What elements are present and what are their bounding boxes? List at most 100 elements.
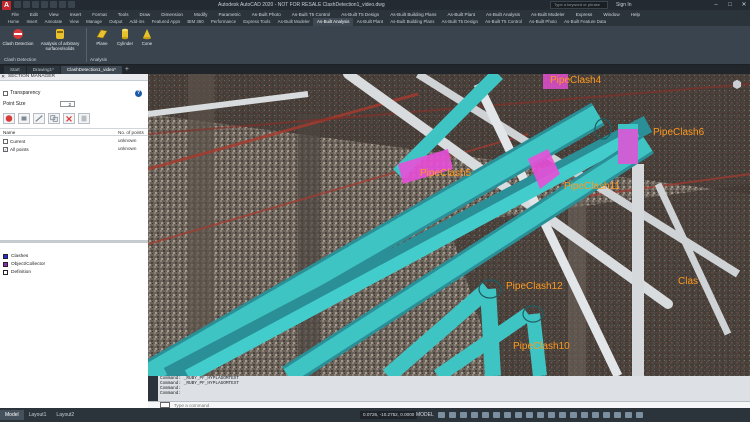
tab-home[interactable]: Home: [4, 18, 23, 26]
section-edit-icon[interactable]: [18, 113, 30, 124]
sign-in-button[interactable]: Sign In: [616, 2, 632, 8]
menu-as-built-building-plans[interactable]: As-Built Building Plans: [385, 12, 442, 17]
section-copy-icon[interactable]: [48, 113, 60, 124]
tab-as-built-feature-data[interactable]: As-Built Feature Data: [560, 18, 609, 26]
table-row[interactable]: Current unknown: [0, 137, 148, 144]
tab-as-built-building-plans[interactable]: As-Built Building Plans: [387, 18, 438, 26]
analysis-arbitrary-button[interactable]: Analysis of arbitrary surfaces/solids: [38, 28, 82, 51]
menu-draw[interactable]: Draw: [134, 12, 156, 17]
menu-tools[interactable]: Tools: [112, 12, 134, 17]
table-row[interactable]: ✓ All points unknown: [0, 145, 148, 152]
isolate-objects-icon[interactable]: [603, 412, 610, 418]
undo-icon[interactable]: [59, 1, 66, 8]
section-move-icon[interactable]: [33, 113, 45, 124]
menu-view[interactable]: View: [43, 12, 64, 17]
section-export-icon[interactable]: [78, 113, 90, 124]
coordinate-readout[interactable]: 0.0726, -10.2752, 0.0000: [360, 411, 418, 419]
tab-annotate[interactable]: Annotate: [41, 18, 66, 26]
section-create-icon[interactable]: [3, 113, 15, 124]
cylinder-button[interactable]: Cylinder: [114, 28, 136, 46]
polar-icon[interactable]: [471, 412, 478, 418]
tab-add-ins[interactable]: Add-ins: [126, 18, 148, 26]
close-button[interactable]: ✕: [740, 1, 748, 9]
tab-performance[interactable]: Performance: [207, 18, 239, 26]
menu-as-built-photo[interactable]: As-Built Photo: [246, 12, 286, 17]
tab-as-built-plant[interactable]: As-Built Plant: [353, 18, 387, 26]
tab-as-built-t5-control[interactable]: As-Built T5 Control: [482, 18, 526, 26]
clash-detection-button[interactable]: Clash Detection: [2, 28, 34, 46]
layout-tab-layout2[interactable]: Layout2: [51, 410, 79, 420]
autocad-logo[interactable]: A: [2, 1, 11, 10]
plane-button[interactable]: Plane: [92, 28, 112, 46]
annotation-monitor-icon[interactable]: [559, 412, 566, 418]
menu-as-built-modeler[interactable]: As-Built Modeler: [526, 12, 571, 17]
customization-menu-icon[interactable]: [636, 412, 643, 418]
command-input[interactable]: Type a command: [174, 403, 209, 408]
row-checkbox[interactable]: ✓: [3, 147, 8, 152]
column-header-points[interactable]: No. of points: [118, 129, 144, 136]
print-icon[interactable]: [50, 1, 57, 8]
selection-cycling-icon[interactable]: [526, 412, 533, 418]
menu-dimension[interactable]: Dimension: [156, 12, 189, 17]
cone-button[interactable]: Cone: [138, 28, 156, 46]
tab-express-tools[interactable]: Express Tools: [240, 18, 274, 26]
menu-as-built-t5-design[interactable]: As-Built T5 Design: [336, 12, 385, 17]
doc-tab-drawing1[interactable]: Drawing1*: [26, 66, 60, 74]
model-space-button[interactable]: MODEL: [416, 411, 434, 419]
menu-as-built-plant[interactable]: As-Built Plant: [442, 12, 481, 17]
tab-bim-360[interactable]: BIM 360: [184, 18, 208, 26]
tab-as-built-analysis[interactable]: As-Built Analysis: [313, 18, 354, 26]
doc-tab-clashdetection[interactable]: ClashDetection1_video*: [60, 66, 122, 74]
menu-edit[interactable]: Edit: [24, 12, 43, 17]
list-item[interactable]: Clashes: [3, 254, 28, 259]
tab-as-built-photo[interactable]: As-Built Photo: [525, 18, 560, 26]
tab-as-built-modeler[interactable]: As-Built Modeler: [274, 18, 313, 26]
tab-insert[interactable]: Insert: [23, 18, 41, 26]
transparency-checkbox[interactable]: [3, 90, 8, 96]
redo-icon[interactable]: [68, 1, 75, 8]
layout-tab-layout1[interactable]: Layout1: [24, 410, 52, 420]
snap-icon[interactable]: [449, 412, 456, 418]
clean-screen-icon[interactable]: [625, 412, 632, 418]
save-as-icon[interactable]: [41, 1, 48, 8]
list-item[interactable]: Object/Collector: [3, 262, 45, 267]
search-input[interactable]: Type a keyword or phrase: [550, 1, 608, 9]
tab-view[interactable]: View: [66, 18, 83, 26]
menu-parametric[interactable]: Parametric: [213, 12, 246, 17]
annotation-scale-icon[interactable]: [537, 412, 544, 418]
menu-insert[interactable]: Insert: [64, 12, 87, 17]
grid-icon[interactable]: [438, 412, 445, 418]
maximize-button[interactable]: □: [726, 1, 734, 9]
hardware-acceleration-icon[interactable]: [614, 412, 621, 418]
units-icon[interactable]: [570, 412, 577, 418]
transparency-icon[interactable]: [515, 412, 522, 418]
isodraft-icon[interactable]: [482, 412, 489, 418]
section-delete-icon[interactable]: [63, 113, 75, 124]
tab-manage[interactable]: Manage: [82, 18, 105, 26]
menu-format[interactable]: Format: [87, 12, 113, 17]
menu-help[interactable]: Help: [625, 12, 645, 17]
tab-as-built-t5-design[interactable]: As-Built T5 Design: [438, 18, 481, 26]
lineweight-icon[interactable]: [504, 412, 511, 418]
tab-output[interactable]: Output: [106, 18, 126, 26]
menu-file[interactable]: File: [6, 12, 24, 17]
new-tab-plus-icon[interactable]: +: [123, 66, 131, 74]
minimize-button[interactable]: –: [712, 1, 720, 9]
help-icon[interactable]: ?: [135, 90, 142, 97]
workspace-gear-icon[interactable]: [548, 412, 555, 418]
open-file-icon[interactable]: [23, 1, 30, 8]
palette-splitter[interactable]: [0, 240, 148, 243]
command-line[interactable]: Type a command: [148, 401, 750, 408]
model-viewport[interactable]: PipeClash4 PipeClash5 PipeClash6 PipeCla…: [148, 74, 750, 376]
list-item[interactable]: Definition: [3, 270, 31, 275]
close-icon[interactable]: ✕: [1, 74, 5, 80]
menu-express[interactable]: Express: [570, 12, 598, 17]
menu-as-built-analysis[interactable]: As-Built Analysis: [481, 12, 526, 17]
layout-tab-model[interactable]: Model: [0, 410, 24, 420]
row-checkbox[interactable]: [3, 139, 8, 144]
viewcube-icon[interactable]: ⬢: [728, 76, 746, 94]
new-file-icon[interactable]: [14, 1, 21, 8]
menu-modify[interactable]: Modify: [188, 12, 213, 17]
lock-ui-icon[interactable]: [592, 412, 599, 418]
column-header-name[interactable]: Name: [3, 129, 15, 136]
